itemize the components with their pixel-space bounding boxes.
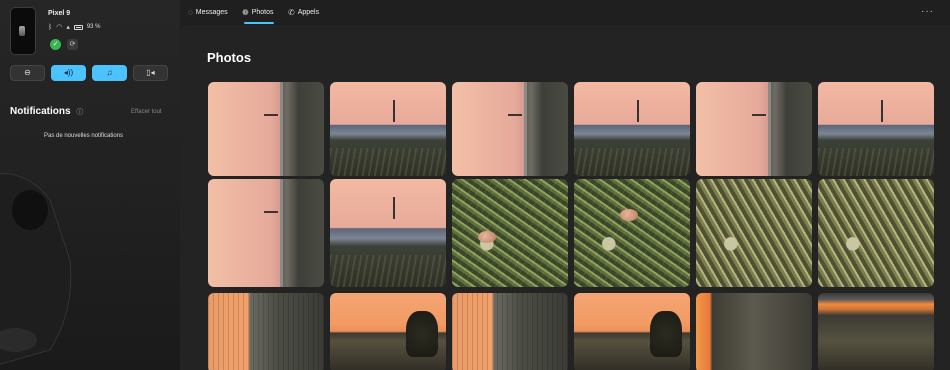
- photo-thumbnail[interactable]: [208, 179, 324, 287]
- no-notifications-text: Pas de nouvelles notifications: [44, 133, 124, 139]
- do-not-disturb-button[interactable]: ⊖: [10, 65, 45, 81]
- photo-thumbnail[interactable]: [574, 82, 690, 176]
- sidebar: Pixel 9 ᛒ ◠ ▴ 93 % ✓ ⟳ ⊖ ◂)) ♫ ▯◂ Notifi…: [0, 0, 180, 370]
- phone-wallpaper-icon: [19, 26, 25, 36]
- top-bar: ◌ Messages ❁ Photos ✆ Appels ···: [180, 0, 950, 25]
- photo-thumbnail[interactable]: [330, 82, 446, 176]
- chat-icon: ◌: [188, 8, 193, 17]
- photo-thumbnail[interactable]: [818, 82, 934, 176]
- notifications-heading: Notifications ⓘ: [10, 106, 83, 117]
- wifi-icon: ◠: [56, 24, 63, 31]
- connected-check-icon: ✓: [50, 39, 61, 50]
- photo-thumbnail[interactable]: [696, 179, 812, 287]
- photo-thumbnail[interactable]: [818, 293, 934, 370]
- battery-icon: [73, 24, 83, 30]
- info-icon[interactable]: ⓘ: [76, 109, 83, 116]
- photos-icon: ❁: [242, 8, 249, 17]
- photos-panel: Photos: [180, 25, 950, 370]
- tab-label: Appels: [297, 9, 320, 16]
- photo-thumbnail[interactable]: [208, 82, 324, 176]
- photo-thumbnail[interactable]: [818, 179, 934, 287]
- tab-label: Messages: [195, 9, 228, 16]
- quick-actions: ⊖ ◂)) ♫ ▯◂: [10, 65, 168, 81]
- tab-messages[interactable]: ◌ Messages: [188, 8, 228, 17]
- device-name[interactable]: Pixel 9: [48, 10, 70, 17]
- device-status: ᛒ ◠ ▴ 93 %: [48, 23, 101, 32]
- photo-thumbnail[interactable]: [208, 293, 324, 370]
- photo-thumbnail[interactable]: [696, 293, 812, 370]
- clear-all-button[interactable]: Effacer tout: [131, 109, 162, 115]
- active-tab-indicator: [244, 22, 274, 24]
- phone-icon: ✆: [288, 8, 295, 17]
- volume-button[interactable]: ◂)): [51, 65, 86, 81]
- photo-thumbnail[interactable]: [574, 293, 690, 370]
- cast-button[interactable]: ▯◂: [133, 65, 168, 81]
- bluetooth-icon: ᛒ: [48, 23, 53, 31]
- car-silhouette-image: [0, 172, 72, 365]
- music-button[interactable]: ♫: [92, 65, 127, 81]
- tab-calls[interactable]: ✆ Appels: [288, 8, 319, 17]
- photo-thumbnail[interactable]: [452, 179, 568, 287]
- photo-thumbnail[interactable]: [452, 293, 568, 370]
- notifications-title: Notifications: [10, 106, 71, 117]
- photo-thumbnail[interactable]: [696, 82, 812, 176]
- signal-icon: ▴: [66, 24, 70, 31]
- sync-icon[interactable]: ⟳: [67, 39, 78, 50]
- photo-thumbnail[interactable]: [330, 293, 446, 370]
- page-title: Photos: [207, 50, 252, 65]
- tab-photos[interactable]: ❁ Photos: [242, 8, 274, 17]
- tab-label: Photos: [251, 9, 274, 16]
- photo-thumbnail[interactable]: [330, 179, 446, 287]
- battery-level: 93 %: [86, 24, 101, 30]
- photo-thumbnail[interactable]: [452, 82, 568, 176]
- photo-thumbnail[interactable]: [574, 179, 690, 287]
- more-options-icon[interactable]: ···: [921, 6, 934, 17]
- phone-thumbnail[interactable]: [10, 7, 36, 55]
- connection-status: ✓ ⟳: [50, 39, 78, 50]
